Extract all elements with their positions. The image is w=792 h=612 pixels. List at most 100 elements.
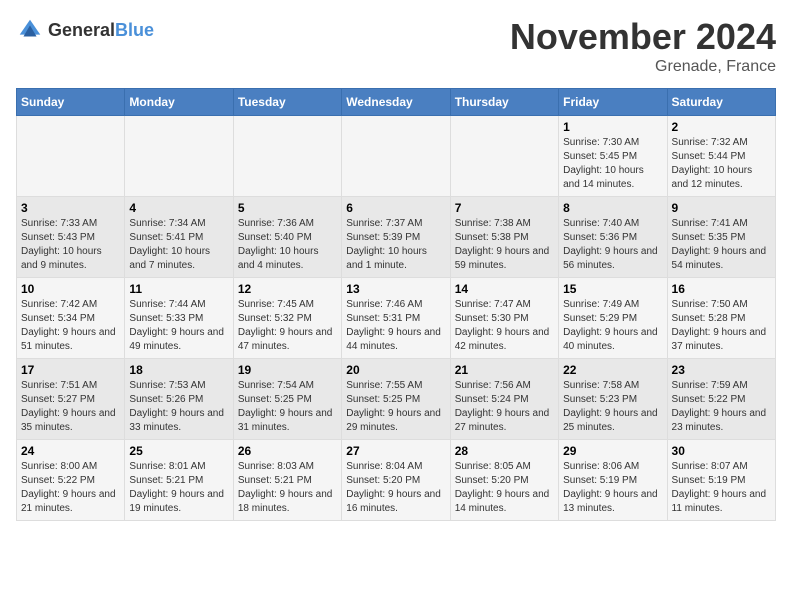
day-info: Sunrise: 7:33 AM Sunset: 5:43 PM Dayligh… bbox=[21, 217, 120, 273]
day-cell: 1 Sunrise: 7:30 AM Sunset: 5:45 PM Daylig… bbox=[559, 116, 667, 197]
day-cell: 18 Sunrise: 7:53 AM Sunset: 5:26 PM Dayli… bbox=[125, 359, 233, 440]
day-info: Sunrise: 7:54 AM Sunset: 5:25 PM Dayligh… bbox=[238, 379, 337, 435]
day-info: Sunrise: 7:46 AM Sunset: 5:31 PM Dayligh… bbox=[346, 298, 445, 354]
month-title: November 2024 bbox=[510, 16, 776, 58]
day-number: 10 bbox=[21, 282, 120, 296]
week-row-3: 10 Sunrise: 7:42 AM Sunset: 5:34 PM Dayli… bbox=[17, 278, 776, 359]
day-cell: 9 Sunrise: 7:41 AM Sunset: 5:35 PM Daylig… bbox=[667, 197, 775, 278]
day-cell: 5Sunrise: 7:36 AM Sunset: 5:40 PM Daylig… bbox=[233, 197, 341, 278]
day-info: Sunrise: 8:03 AM Sunset: 5:21 PM Dayligh… bbox=[238, 460, 337, 516]
day-number: 25 bbox=[129, 444, 228, 458]
logo-general-text: General bbox=[48, 20, 115, 40]
page-header: GeneralBlue November 2024 Grenade, Franc… bbox=[16, 16, 776, 76]
logo-icon bbox=[16, 16, 44, 44]
day-info: Sunrise: 7:56 AM Sunset: 5:24 PM Dayligh… bbox=[455, 379, 554, 435]
day-number: 17 bbox=[21, 363, 120, 377]
week-row-5: 24 Sunrise: 8:00 AM Sunset: 5:22 PM Dayli… bbox=[17, 440, 776, 521]
day-cell: 2 Sunrise: 7:32 AM Sunset: 5:44 PM Daylig… bbox=[667, 116, 775, 197]
day-cell: 25Sunrise: 8:01 AM Sunset: 5:21 PM Dayli… bbox=[125, 440, 233, 521]
weekday-header-thursday: Thursday bbox=[450, 89, 558, 116]
day-number: 14 bbox=[455, 282, 554, 296]
day-number: 8 bbox=[563, 201, 662, 215]
day-cell: 21 Sunrise: 7:56 AM Sunset: 5:24 PM Dayli… bbox=[450, 359, 558, 440]
day-cell: 19Sunrise: 7:54 AM Sunset: 5:25 PM Dayli… bbox=[233, 359, 341, 440]
day-number: 9 bbox=[672, 201, 771, 215]
weekday-header-row: SundayMondayTuesdayWednesdayThursdayFrid… bbox=[17, 89, 776, 116]
weekday-header-sunday: Sunday bbox=[17, 89, 125, 116]
day-info: Sunrise: 7:36 AM Sunset: 5:40 PM Dayligh… bbox=[238, 217, 337, 273]
day-info: Sunrise: 8:07 AM Sunset: 5:19 PM Dayligh… bbox=[672, 460, 771, 516]
day-info: Sunrise: 7:55 AM Sunset: 5:25 PM Dayligh… bbox=[346, 379, 445, 435]
day-info: Sunrise: 7:53 AM Sunset: 5:26 PM Dayligh… bbox=[129, 379, 228, 435]
day-cell: 3 Sunrise: 7:33 AM Sunset: 5:43 PM Daylig… bbox=[17, 197, 125, 278]
day-cell: 6 Sunrise: 7:37 AM Sunset: 5:39 PM Daylig… bbox=[342, 197, 450, 278]
day-cell: 11Sunrise: 7:44 AM Sunset: 5:33 PM Dayli… bbox=[125, 278, 233, 359]
weekday-header-friday: Friday bbox=[559, 89, 667, 116]
day-info: Sunrise: 7:51 AM Sunset: 5:27 PM Dayligh… bbox=[21, 379, 120, 435]
day-info: Sunrise: 7:38 AM Sunset: 5:38 PM Dayligh… bbox=[455, 217, 554, 273]
day-info: Sunrise: 7:32 AM Sunset: 5:44 PM Dayligh… bbox=[672, 136, 771, 192]
day-number: 27 bbox=[346, 444, 445, 458]
day-info: Sunrise: 7:50 AM Sunset: 5:28 PM Dayligh… bbox=[672, 298, 771, 354]
day-cell bbox=[450, 116, 558, 197]
day-number: 13 bbox=[346, 282, 445, 296]
day-cell: 7Sunrise: 7:38 AM Sunset: 5:38 PM Daylig… bbox=[450, 197, 558, 278]
location: Grenade, France bbox=[510, 58, 776, 76]
day-number: 24 bbox=[21, 444, 120, 458]
day-cell: 12 Sunrise: 7:45 AM Sunset: 5:32 PM Dayli… bbox=[233, 278, 341, 359]
title-area: November 2024 Grenade, France bbox=[510, 16, 776, 76]
day-info: Sunrise: 7:41 AM Sunset: 5:35 PM Dayligh… bbox=[672, 217, 771, 273]
day-cell bbox=[125, 116, 233, 197]
day-cell: 17 Sunrise: 7:51 AM Sunset: 5:27 PM Dayli… bbox=[17, 359, 125, 440]
day-number: 2 bbox=[672, 120, 771, 134]
day-cell: 8Sunrise: 7:40 AM Sunset: 5:36 PM Daylig… bbox=[559, 197, 667, 278]
day-cell: 16 Sunrise: 7:50 AM Sunset: 5:28 PM Dayli… bbox=[667, 278, 775, 359]
weekday-header-wednesday: Wednesday bbox=[342, 89, 450, 116]
day-cell: 30 Sunrise: 8:07 AM Sunset: 5:19 PM Dayli… bbox=[667, 440, 775, 521]
weekday-header-monday: Monday bbox=[125, 89, 233, 116]
day-info: Sunrise: 7:45 AM Sunset: 5:32 PM Dayligh… bbox=[238, 298, 337, 354]
calendar-table: SundayMondayTuesdayWednesdayThursdayFrid… bbox=[16, 88, 776, 521]
weekday-header-saturday: Saturday bbox=[667, 89, 775, 116]
day-info: Sunrise: 8:04 AM Sunset: 5:20 PM Dayligh… bbox=[346, 460, 445, 516]
week-row-1: 1 Sunrise: 7:30 AM Sunset: 5:45 PM Daylig… bbox=[17, 116, 776, 197]
day-info: Sunrise: 7:37 AM Sunset: 5:39 PM Dayligh… bbox=[346, 217, 445, 273]
day-info: Sunrise: 7:58 AM Sunset: 5:23 PM Dayligh… bbox=[563, 379, 662, 435]
day-info: Sunrise: 7:59 AM Sunset: 5:22 PM Dayligh… bbox=[672, 379, 771, 435]
day-info: Sunrise: 8:05 AM Sunset: 5:20 PM Dayligh… bbox=[455, 460, 554, 516]
day-info: Sunrise: 7:34 AM Sunset: 5:41 PM Dayligh… bbox=[129, 217, 228, 273]
day-number: 4 bbox=[129, 201, 228, 215]
day-number: 18 bbox=[129, 363, 228, 377]
day-info: Sunrise: 8:06 AM Sunset: 5:19 PM Dayligh… bbox=[563, 460, 662, 516]
day-number: 6 bbox=[346, 201, 445, 215]
day-cell: 15 Sunrise: 7:49 AM Sunset: 5:29 PM Dayli… bbox=[559, 278, 667, 359]
day-number: 30 bbox=[672, 444, 771, 458]
day-number: 1 bbox=[563, 120, 662, 134]
day-info: Sunrise: 7:42 AM Sunset: 5:34 PM Dayligh… bbox=[21, 298, 120, 354]
day-cell: 14 Sunrise: 7:47 AM Sunset: 5:30 PM Dayli… bbox=[450, 278, 558, 359]
day-number: 15 bbox=[563, 282, 662, 296]
day-cell: 23Sunrise: 7:59 AM Sunset: 5:22 PM Dayli… bbox=[667, 359, 775, 440]
day-cell: 24 Sunrise: 8:00 AM Sunset: 5:22 PM Dayli… bbox=[17, 440, 125, 521]
day-number: 12 bbox=[238, 282, 337, 296]
week-row-2: 3 Sunrise: 7:33 AM Sunset: 5:43 PM Daylig… bbox=[17, 197, 776, 278]
day-info: Sunrise: 7:30 AM Sunset: 5:45 PM Dayligh… bbox=[563, 136, 662, 192]
day-number: 20 bbox=[346, 363, 445, 377]
day-number: 28 bbox=[455, 444, 554, 458]
day-info: Sunrise: 8:00 AM Sunset: 5:22 PM Dayligh… bbox=[21, 460, 120, 516]
day-cell: 26 Sunrise: 8:03 AM Sunset: 5:21 PM Dayli… bbox=[233, 440, 341, 521]
day-number: 16 bbox=[672, 282, 771, 296]
day-number: 21 bbox=[455, 363, 554, 377]
week-row-4: 17 Sunrise: 7:51 AM Sunset: 5:27 PM Dayli… bbox=[17, 359, 776, 440]
day-info: Sunrise: 7:49 AM Sunset: 5:29 PM Dayligh… bbox=[563, 298, 662, 354]
day-cell: 28 Sunrise: 8:05 AM Sunset: 5:20 PM Dayli… bbox=[450, 440, 558, 521]
day-cell: 27 Sunrise: 8:04 AM Sunset: 5:20 PM Dayli… bbox=[342, 440, 450, 521]
day-info: Sunrise: 7:47 AM Sunset: 5:30 PM Dayligh… bbox=[455, 298, 554, 354]
day-number: 29 bbox=[563, 444, 662, 458]
day-cell: 4 Sunrise: 7:34 AM Sunset: 5:41 PM Daylig… bbox=[125, 197, 233, 278]
logo-blue-text: Blue bbox=[115, 20, 154, 40]
day-cell: 20 Sunrise: 7:55 AM Sunset: 5:25 PM Dayli… bbox=[342, 359, 450, 440]
day-number: 3 bbox=[21, 201, 120, 215]
day-number: 26 bbox=[238, 444, 337, 458]
day-number: 22 bbox=[563, 363, 662, 377]
